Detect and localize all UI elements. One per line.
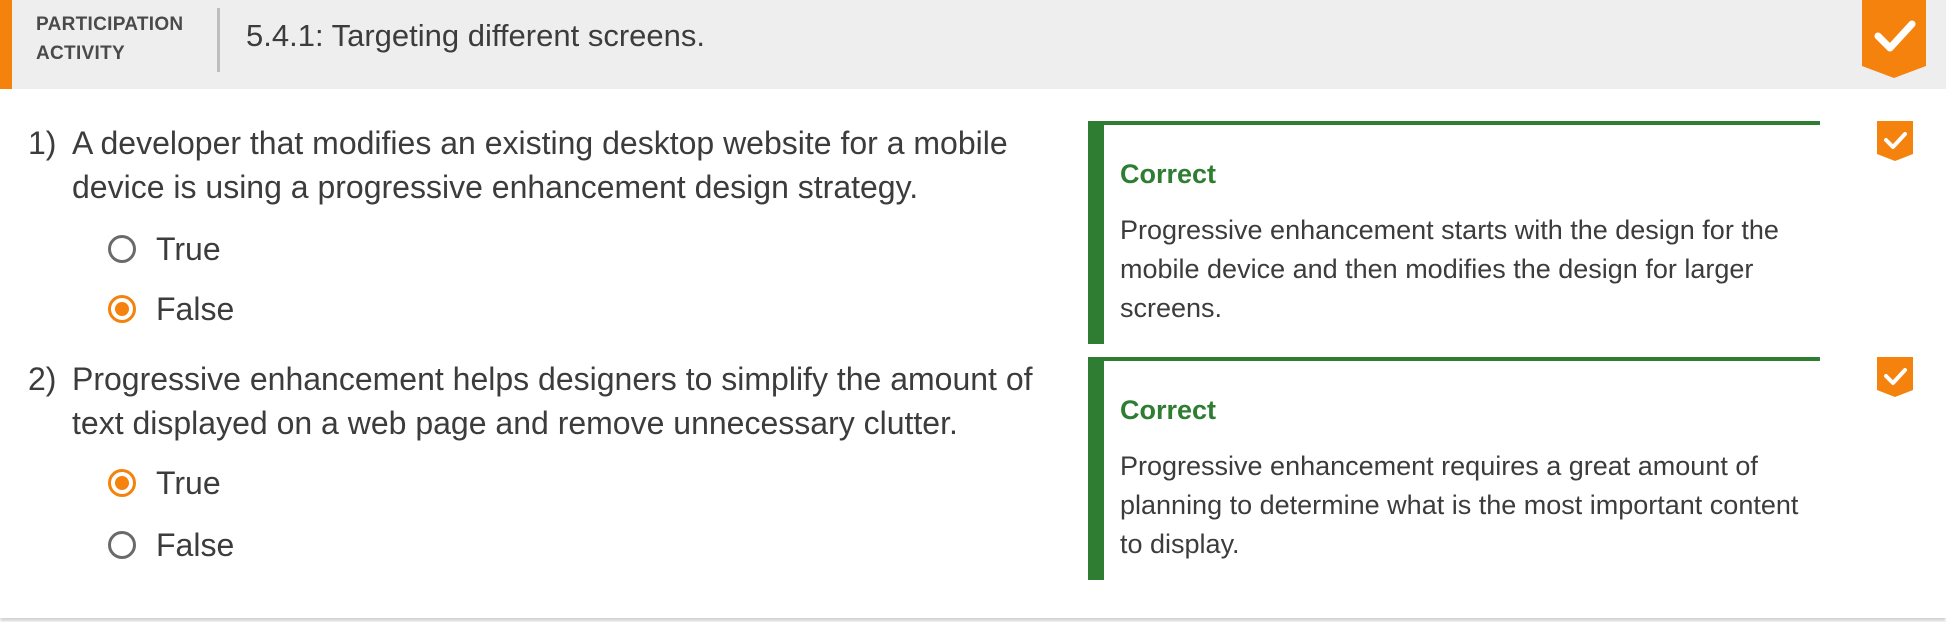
feedback-panel-1: Correct Progressive enhancement starts w…: [1088, 121, 1820, 344]
option-label: False: [156, 291, 235, 327]
option-true[interactable]: True: [108, 461, 221, 505]
option-label: True: [156, 465, 221, 501]
radio-button-selected[interactable]: [108, 469, 136, 497]
question-text: Progressive enhancement helps designers …: [72, 361, 1033, 441]
question-text: A developer that modifies an existing de…: [72, 125, 1008, 205]
option-false[interactable]: False: [108, 523, 234, 567]
check-icon: [1877, 121, 1913, 161]
question-1: 1) A developer that modifies an existing…: [0, 121, 1060, 341]
option-label: False: [156, 527, 235, 563]
check-icon: [1877, 357, 1913, 397]
activity-type-label: PARTICIPATION ACTIVITY: [36, 14, 184, 64]
option-label: True: [156, 231, 221, 267]
activity-header: PARTICIPATION ACTIVITY 5.4.1: Targeting …: [0, 0, 1946, 89]
feedback-left-border: [1088, 357, 1104, 580]
feedback-heading: Correct: [1120, 395, 1217, 425]
radio-button-selected[interactable]: [108, 295, 136, 323]
option-false[interactable]: False: [108, 287, 234, 331]
header-divider: [217, 8, 220, 72]
activity-title: 5.4.1: Targeting different screens.: [246, 18, 705, 53]
feedback-left-border: [1088, 121, 1104, 344]
option-true[interactable]: True: [108, 227, 221, 271]
feedback-text: Progressive enhancement starts with the …: [1120, 215, 1779, 323]
radio-button[interactable]: [108, 531, 136, 559]
question-number: 2): [28, 361, 57, 397]
radio-button[interactable]: [108, 235, 136, 263]
question-number: 1): [28, 125, 57, 161]
feedback-panel-2: Correct Progressive enhancement requires…: [1088, 357, 1820, 580]
header-accent-bar: [0, 0, 12, 89]
question-2: 2) Progressive enhancement helps designe…: [0, 357, 1060, 577]
feedback-top-border: [1088, 357, 1820, 361]
participation-activity-card: PARTICIPATION ACTIVITY 5.4.1: Targeting …: [0, 0, 1946, 618]
checkmark-badge-icon: [1862, 0, 1926, 78]
feedback-top-border: [1088, 121, 1820, 125]
feedback-heading: Correct: [1120, 159, 1217, 189]
feedback-text: Progressive enhancement requires a great…: [1120, 451, 1799, 559]
